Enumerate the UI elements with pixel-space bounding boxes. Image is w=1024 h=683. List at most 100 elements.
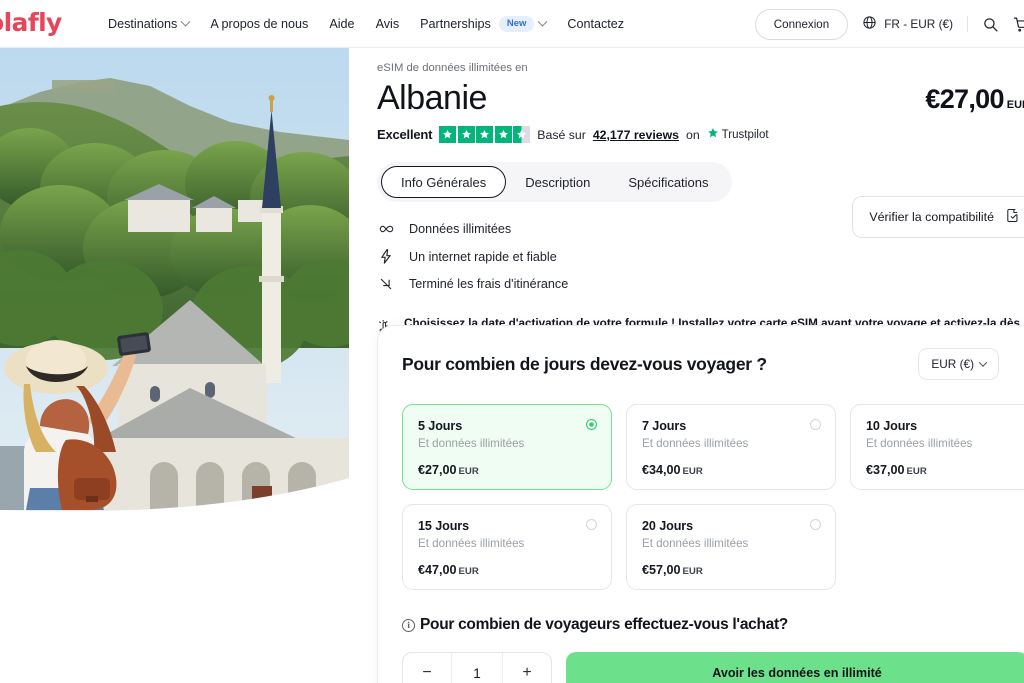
- plan-price-amount: €37,00: [866, 463, 905, 477]
- star-rating: [439, 126, 531, 143]
- trustpilot-star-icon: [707, 127, 719, 142]
- feature-label: Données illimitées: [409, 222, 512, 236]
- rating-prefix: Basé sur: [537, 127, 586, 142]
- plan-card-7-jours[interactable]: 7 Jours Et données illimitées €34,00 EUR: [626, 404, 836, 490]
- product-tabs: Info Générales Description Spécification…: [377, 162, 732, 202]
- chevron-down-icon: [537, 16, 548, 27]
- travelers-heading: i Pour combien de voyageurs effectuez-vo…: [402, 616, 1024, 634]
- plan-price-amount: €47,00: [418, 563, 457, 577]
- plan-price-amount: €57,00: [642, 563, 681, 577]
- quantity-increase-button[interactable]: +: [503, 653, 551, 683]
- plan-radio[interactable]: [586, 519, 597, 530]
- tab-info-generales[interactable]: Info Générales: [381, 166, 507, 198]
- plan-price-currency: EUR: [458, 466, 479, 477]
- price-currency: EUR: [1006, 99, 1024, 111]
- plan-days: 7 Jours: [642, 419, 687, 433]
- nav-item-destinations[interactable]: Destinations: [108, 16, 191, 31]
- feature-label: Terminé les frais d'itinérance: [409, 277, 569, 291]
- plan-price-currency: EUR: [906, 466, 927, 477]
- search-icon[interactable]: [982, 16, 999, 33]
- plan-subtitle: Et données illimitées: [418, 537, 525, 550]
- chevron-down-icon: [180, 16, 191, 27]
- plan-days: 15 Jours: [418, 519, 470, 533]
- nav-item-reviews[interactable]: Avis: [376, 17, 400, 31]
- holafly-logo[interactable]: olafly: [0, 8, 62, 37]
- infinity-icon: [377, 223, 395, 235]
- plan-price-currency: EUR: [682, 566, 703, 577]
- plan-price-currency: EUR: [458, 566, 479, 577]
- plan-price: €34,00 EUR: [642, 463, 820, 477]
- plan-subtitle: Et données illimitées: [418, 437, 525, 450]
- quantity-value[interactable]: 1: [451, 653, 503, 683]
- nav-item-partnerships[interactable]: Partnerships New: [420, 16, 548, 32]
- plan-price: €37,00 EUR: [866, 463, 1024, 477]
- plan-card-10-jours[interactable]: 10 Jours Et données illimitées €37,00 EUR: [850, 404, 1024, 490]
- travelers-heading-label: Pour combien de voyageurs effectuez-vous…: [420, 616, 788, 633]
- review-count-link[interactable]: 42,177 reviews: [593, 128, 679, 142]
- feature-label: Un internet rapide et fiable: [409, 249, 557, 264]
- tab-description[interactable]: Description: [506, 166, 609, 198]
- page-root: olafly Destinations A propos de nous Aid…: [0, 0, 1024, 683]
- cart-icon[interactable]: [1013, 16, 1024, 33]
- buy-unlimited-data-button[interactable]: Avoir les données en illimité: [566, 652, 1024, 683]
- plan-price-amount: €27,00: [418, 463, 457, 477]
- plan-price: €57,00 EUR: [642, 563, 820, 577]
- trustpilot-rating: Excellent Basé sur 42,177 reviews on Tru…: [377, 126, 1024, 143]
- nav-item-contact[interactable]: Contactez: [567, 17, 624, 31]
- nav-item-about[interactable]: A propos de nous: [210, 17, 308, 31]
- star-icon: [439, 126, 457, 143]
- globe-icon: [862, 15, 877, 33]
- lightning-icon: [377, 249, 395, 264]
- destination-hero-image: [0, 48, 349, 513]
- trustpilot-label: Trustpilot: [721, 128, 769, 141]
- info-icon[interactable]: i: [402, 618, 415, 632]
- nav-label: Partnerships: [420, 17, 491, 31]
- check-compatibility-label: Vérifier la compatibilité: [869, 210, 994, 224]
- product-kicker: eSIM de données illimitées en: [377, 62, 528, 74]
- main-nav: Destinations A propos de nous Aide Avis …: [108, 0, 624, 48]
- new-badge: New: [498, 16, 535, 32]
- locale-label: FR - EUR (€): [884, 17, 953, 31]
- quantity-stepper: − 1 +: [402, 652, 552, 683]
- trustpilot-brand: Trustpilot: [707, 127, 769, 142]
- purchase-row: − 1 + Avoir les données en illimité: [402, 652, 1024, 683]
- star-half-icon: [513, 126, 531, 143]
- star-icon: [494, 126, 512, 143]
- plan-card-20-jours[interactable]: 20 Jours Et données illimitées €57,00 EUR: [626, 504, 836, 590]
- nav-label: Contactez: [567, 17, 625, 31]
- login-button[interactable]: Connexion: [754, 8, 849, 40]
- nav-label: Aide: [329, 17, 355, 31]
- product-price: €27,00EUR: [925, 84, 1024, 115]
- star-icon: [457, 126, 475, 143]
- plan-subtitle: Et données illimitées: [642, 437, 749, 450]
- plan-radio-selected[interactable]: [586, 419, 597, 430]
- feature-item: Un internet rapide et fiable: [377, 249, 1024, 264]
- tab-specifications[interactable]: Spécifications: [609, 166, 727, 198]
- check-compatibility-button[interactable]: Vérifier la compatibilité: [852, 196, 1024, 238]
- no-roaming-icon: [377, 277, 395, 291]
- plan-radio[interactable]: [810, 519, 821, 530]
- rating-word: Excellent: [377, 127, 433, 142]
- nav-label: Avis: [375, 17, 400, 31]
- plan-selector-title: Pour combien de jours devez-vous voyager…: [402, 353, 767, 374]
- plan-days: 5 Jours: [418, 419, 463, 433]
- plan-card-5-jours[interactable]: 5 Jours Et données illimitées €27,00 EUR: [402, 404, 612, 490]
- plan-card-15-jours[interactable]: 15 Jours Et données illimitées €47,00 EUR: [402, 504, 612, 590]
- plan-days: 20 Jours: [642, 519, 694, 533]
- quantity-decrease-button[interactable]: −: [403, 653, 451, 683]
- plan-price-amount: €34,00: [642, 463, 681, 477]
- nav-item-help[interactable]: Aide: [329, 17, 354, 31]
- star-icon: [476, 126, 494, 143]
- plan-grid: 5 Jours Et données illimitées €27,00 EUR …: [402, 404, 1024, 590]
- locale-switcher[interactable]: FR - EUR (€): [862, 15, 953, 33]
- nav-label: Destinations: [108, 17, 178, 31]
- plan-selector-panel: Pour combien de jours devez-vous voyager…: [377, 325, 1024, 683]
- site-header: olafly Destinations A propos de nous Aid…: [0, 0, 1024, 48]
- plan-price-currency: EUR: [682, 466, 703, 477]
- currency-select[interactable]: EUR (€): [918, 348, 999, 380]
- plan-subtitle: Et données illimitées: [866, 437, 973, 450]
- plan-radio[interactable]: [810, 419, 821, 430]
- plan-price: €47,00 EUR: [418, 563, 596, 577]
- header-divider: [967, 16, 968, 32]
- rating-on-word: on: [685, 127, 700, 142]
